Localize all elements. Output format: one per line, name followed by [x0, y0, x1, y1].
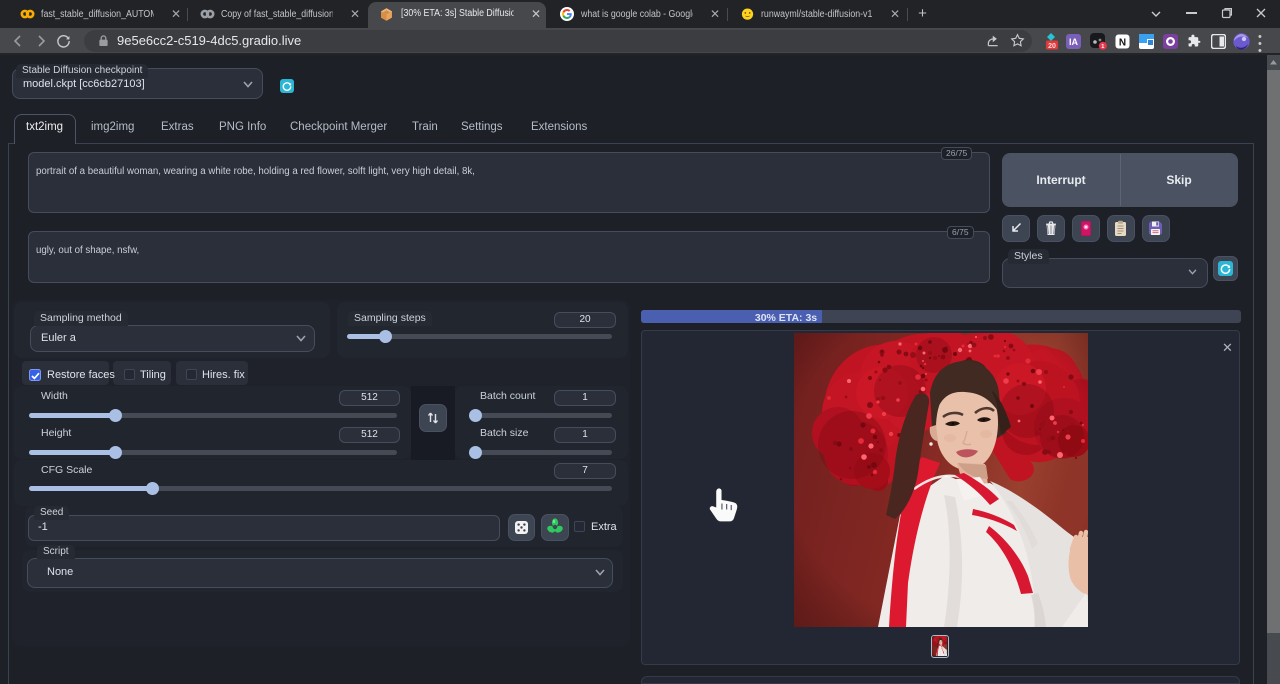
svg-text:20: 20: [1048, 43, 1056, 50]
svg-text:N: N: [1119, 38, 1126, 49]
svg-text:IA: IA: [1069, 37, 1079, 47]
svg-text:1: 1: [1101, 44, 1104, 50]
